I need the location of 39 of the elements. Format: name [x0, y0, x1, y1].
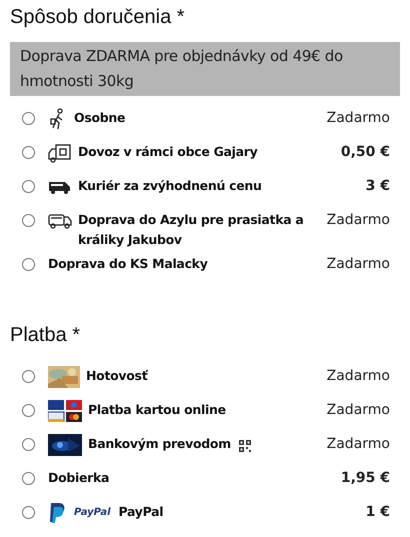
- option-label: Doprava do KS Malacky: [48, 255, 208, 273]
- option-label: PayPal: [118, 503, 164, 521]
- option-price: 0,50 €: [340, 143, 390, 162]
- radio-button[interactable]: [22, 472, 35, 485]
- paypal-logo-icon: [48, 502, 66, 526]
- option-price: 3 €: [366, 177, 390, 196]
- section-title: Spôsob doručenia *: [10, 5, 186, 30]
- payment-cards-icon: [48, 400, 82, 422]
- option-price: Zadarmo: [326, 435, 390, 454]
- radio-button[interactable]: [22, 438, 35, 451]
- radio-button[interactable]: [22, 258, 35, 271]
- option-price: Zadarmo: [326, 211, 390, 230]
- option-label: Platba kartou online: [88, 401, 226, 419]
- van-icon: [48, 180, 72, 194]
- radio-button[interactable]: [22, 112, 35, 125]
- radio-button[interactable]: [22, 506, 35, 519]
- option-price: Zadarmo: [326, 401, 390, 420]
- option-label: Doprava do Azylu pre prasiatka a králiky Jakubov: [78, 211, 305, 249]
- delivery-van-icon: [48, 143, 72, 163]
- option-price: 1,95 €: [340, 469, 390, 488]
- option-label: Dobierka: [48, 469, 110, 487]
- radio-button[interactable]: [22, 214, 35, 227]
- option-price: Zadarmo: [326, 109, 390, 128]
- option-label: Kuriér za zvýhodnenú cenu: [78, 177, 262, 195]
- option-label: Bankovým prevodom: [88, 435, 231, 453]
- option-label: Hotovosť: [86, 367, 148, 385]
- paypal-logo-text: PayPal: [74, 507, 111, 518]
- truck-icon: [48, 212, 72, 230]
- radio-button[interactable]: [22, 370, 35, 383]
- option-label: Osobne: [74, 109, 126, 127]
- radio-button[interactable]: [22, 404, 35, 417]
- option-price: 1 €: [366, 503, 390, 522]
- radio-button[interactable]: [22, 146, 35, 159]
- option-label: Dovoz v rámci obce Gajary: [78, 143, 258, 161]
- option-price: Zadarmo: [326, 255, 390, 274]
- radio-button[interactable]: [22, 180, 35, 193]
- shipping-notice: Doprava ZDARMA pre objednávky od 49€ do hmotnosti 30kg: [10, 42, 400, 96]
- section-title: Platba *: [10, 323, 82, 348]
- option-price: Zadarmo: [326, 367, 390, 386]
